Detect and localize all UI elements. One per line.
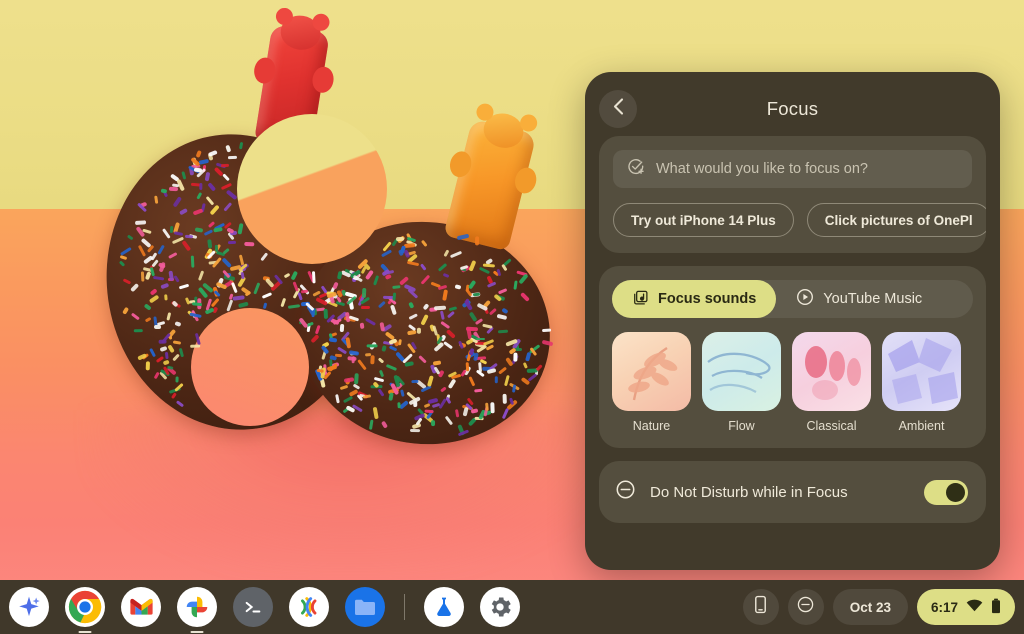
sound-thumbnail [792, 332, 871, 411]
shelf-item-files[interactable] [345, 587, 385, 627]
focus-suggestion-chips: Try out iPhone 14 Plus Click pictures of… [613, 203, 986, 237]
shelf-item-photos[interactable] [177, 587, 217, 633]
clock-time: 6:17 [930, 599, 958, 615]
shelf-item-chrome[interactable] [65, 587, 105, 633]
status-area: Oct 23 6:17 [742, 589, 1024, 625]
tab-youtube-music[interactable]: YouTube Music [776, 280, 942, 318]
sound-tile-nature[interactable]: Nature [612, 332, 691, 433]
focus-task-placeholder: What would you like to focus on? [656, 161, 868, 177]
shelf-item-crostini[interactable] [424, 587, 464, 627]
do-not-disturb-toggle[interactable] [924, 479, 968, 505]
shelf-divider [404, 594, 405, 620]
tab-focus-sounds-label: Focus sounds [658, 291, 757, 307]
tab-focus-sounds[interactable]: Focus sounds [612, 280, 777, 318]
sound-tiles: Nature Flow Classical Ambient [612, 332, 973, 433]
tab-youtube-music-label: YouTube Music [823, 291, 923, 307]
suggestion-chip[interactable]: Click pictures of OnePl [806, 203, 986, 237]
focus-task-input[interactable]: What would you like to focus on? [613, 150, 972, 188]
chromeos-desktop: Focus What would you like to focus on? T… [0, 0, 1024, 634]
chevron-left-icon [613, 98, 624, 120]
sound-tile-label: Nature [632, 419, 671, 433]
sound-tile-ambient[interactable]: Ambient [882, 332, 961, 433]
wifi-icon [966, 599, 983, 615]
sound-thumbnail [612, 332, 691, 411]
sound-thumbnail [882, 332, 961, 411]
battery-full-icon [991, 598, 1001, 617]
focus-panel-header: Focus [599, 82, 986, 136]
do-not-disturb-label: Do Not Disturb while in Focus [650, 483, 848, 501]
focus-panel: Focus What would you like to focus on? T… [585, 72, 1000, 570]
system-tray-button[interactable]: 6:17 [916, 589, 1015, 625]
back-button[interactable] [599, 90, 637, 128]
phone-hub-button[interactable] [742, 589, 779, 625]
shelf-item-launcher[interactable] [9, 587, 49, 627]
wallpaper-donut [87, 6, 585, 460]
page-title: Focus [766, 98, 819, 119]
check-circle-plus-icon [627, 158, 645, 181]
sound-tile-flow[interactable]: Flow [702, 332, 781, 433]
gummy-bear-orange [443, 101, 539, 252]
sound-thumbnail [702, 332, 781, 411]
sound-tile-classical[interactable]: Classical [792, 332, 871, 433]
shelf-item-settings[interactable] [480, 587, 520, 627]
suggestion-chip[interactable]: Try out iPhone 14 Plus [613, 203, 794, 237]
sound-tile-label: Flow [728, 419, 755, 433]
sound-tile-label: Ambient [898, 419, 945, 433]
focus-task-card: What would you like to focus on? Try out… [599, 136, 986, 253]
calendar-date-button[interactable]: Oct 23 [832, 589, 908, 625]
shelf: Oct 23 6:17 [0, 580, 1024, 634]
shelf-item-meet[interactable] [289, 587, 329, 627]
dnd-status-button[interactable] [787, 589, 824, 625]
focus-sounds-card: Focus sounds YouTube Music Nature Flow C… [599, 266, 986, 448]
music-library-icon [632, 289, 649, 310]
sounds-source-tabs: Focus sounds YouTube Music [612, 280, 973, 318]
shelf-app-list [0, 587, 520, 633]
play-circle-icon [796, 288, 814, 310]
phone-icon [752, 595, 769, 619]
do-not-disturb-row[interactable]: Do Not Disturb while in Focus [599, 461, 986, 523]
do-not-disturb-icon [796, 595, 815, 619]
shelf-item-gmail[interactable] [121, 587, 161, 627]
do-not-disturb-icon [615, 479, 636, 505]
sound-tile-label: Classical [806, 419, 857, 433]
shelf-item-terminal[interactable] [233, 587, 273, 627]
